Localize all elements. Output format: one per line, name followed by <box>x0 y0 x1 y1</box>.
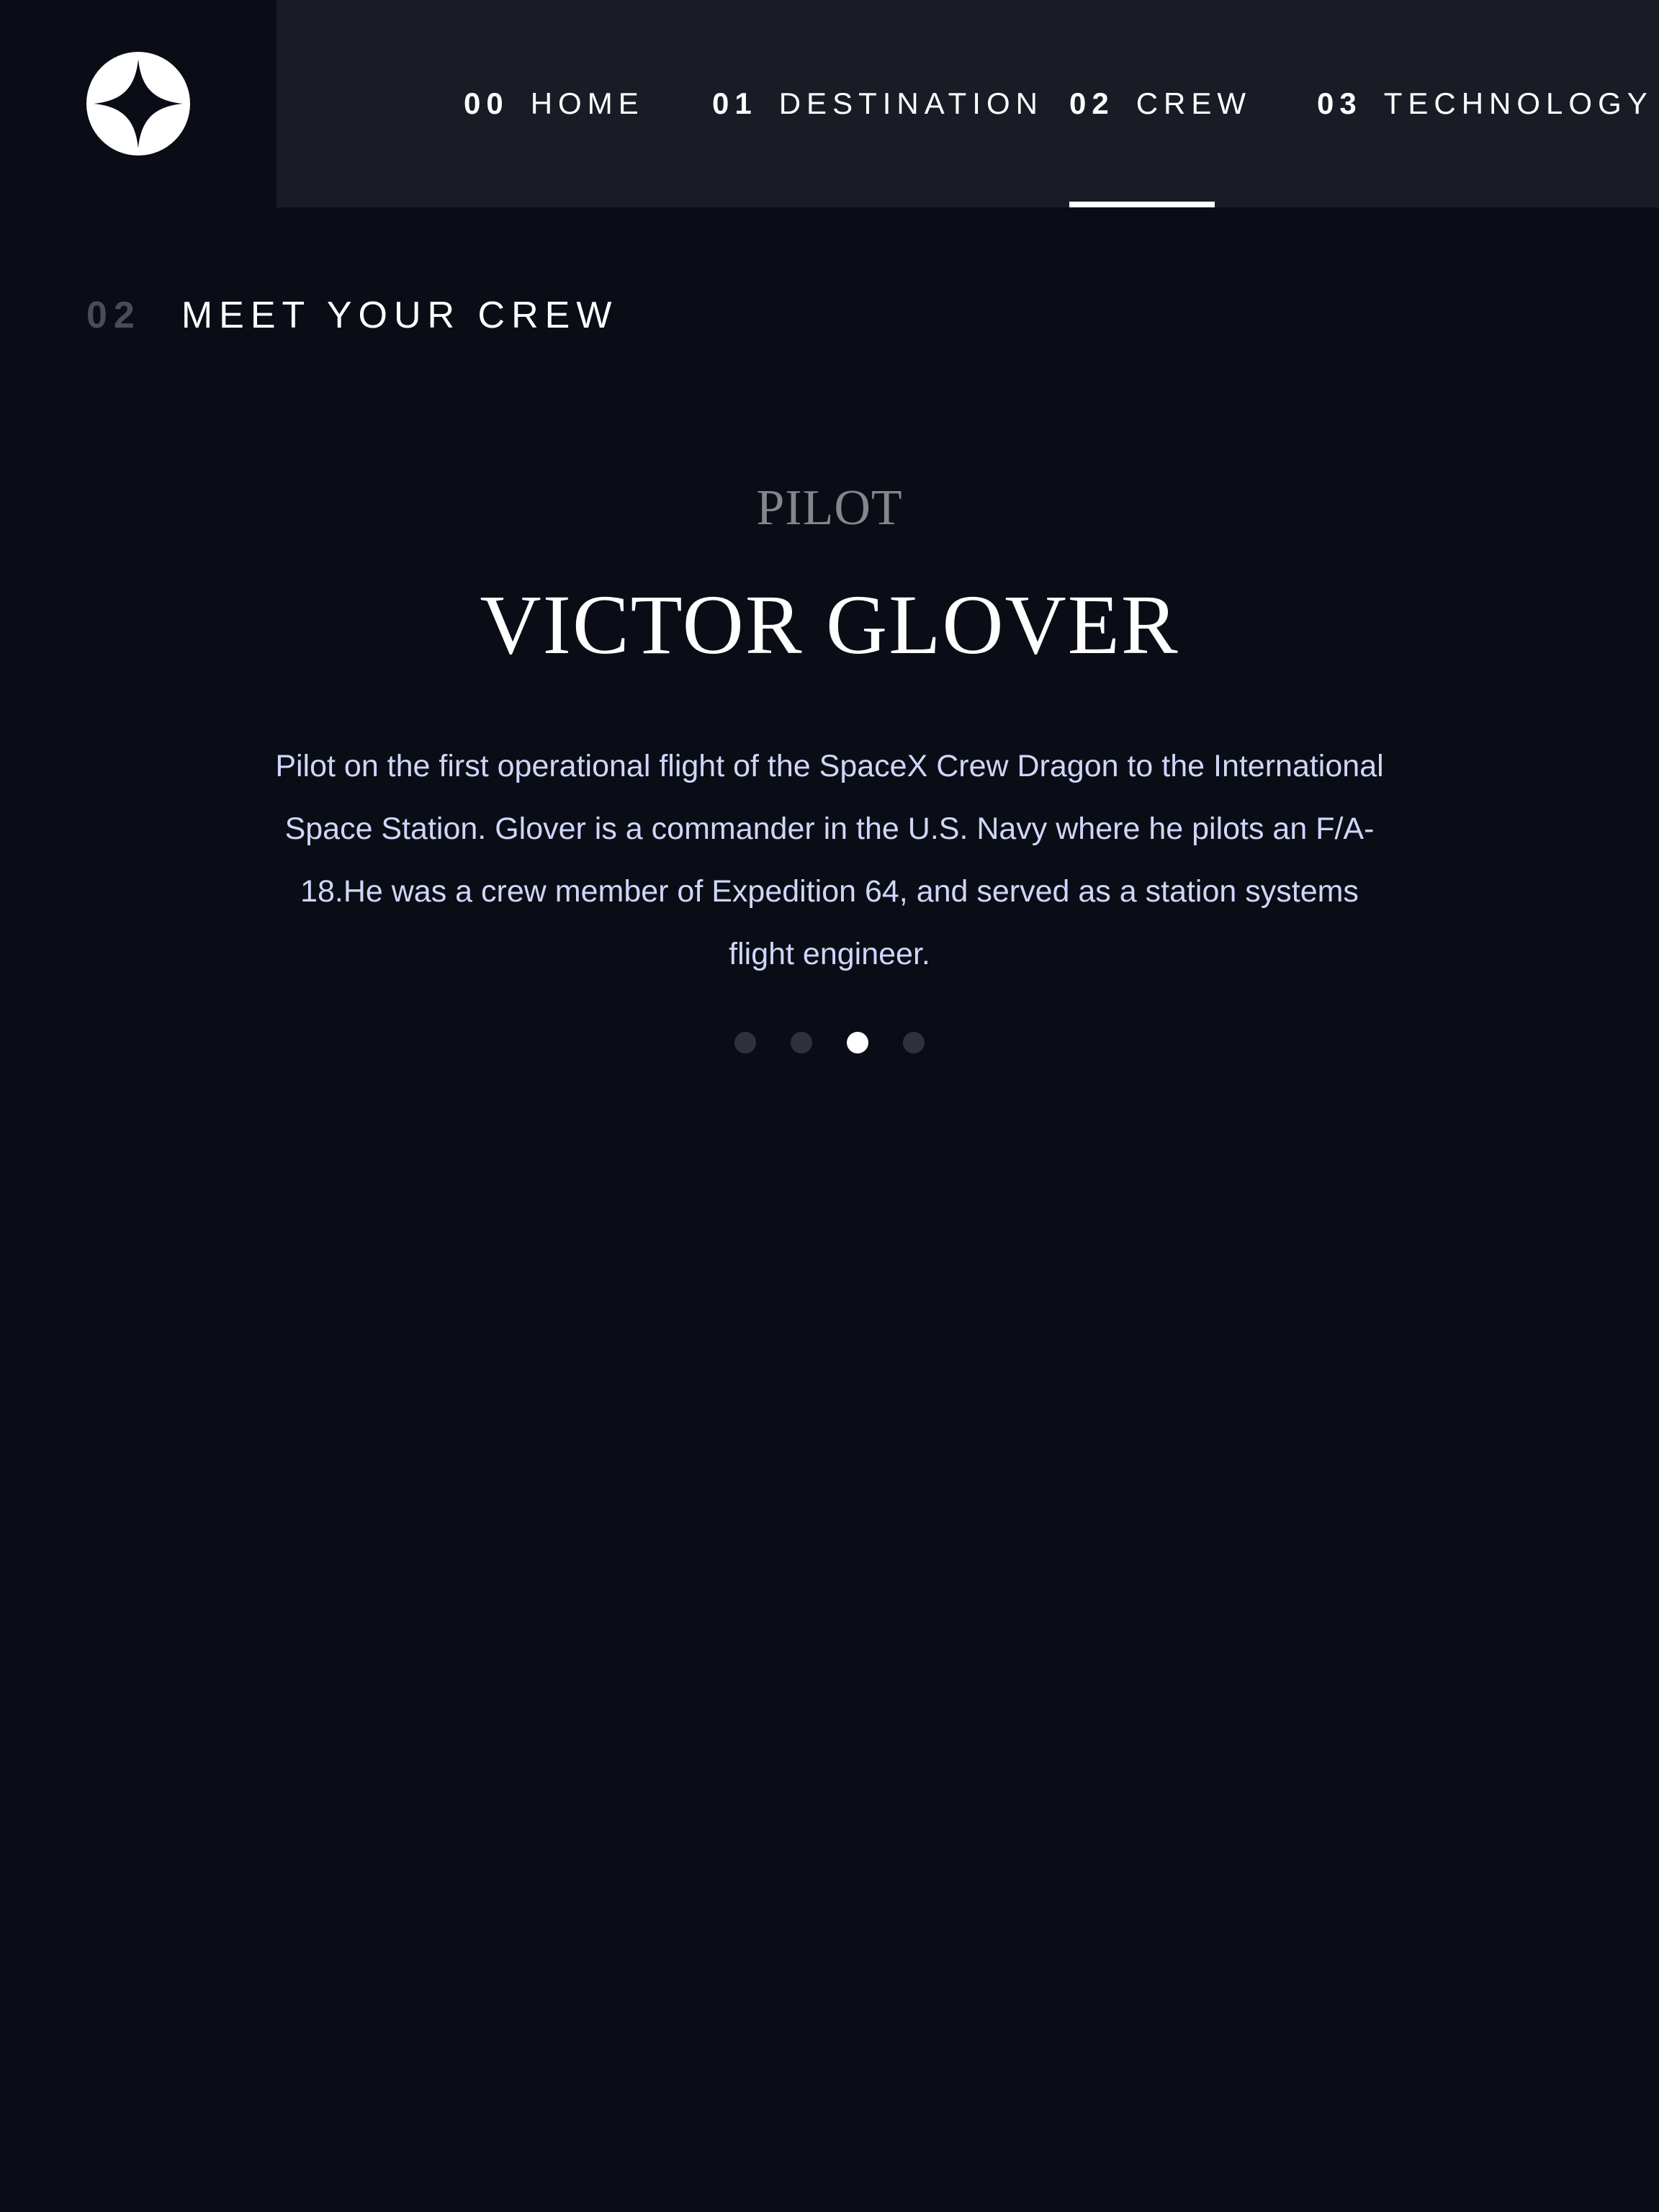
carousel-dot[interactable] <box>847 1032 868 1053</box>
main-navigation: 00 HOME 01 DESTINATION 02 CREW 03 TECHNO… <box>276 0 1659 207</box>
page-title: 02 MEET YOUR CREW <box>86 294 618 337</box>
nav-item-technology[interactable]: 03 TECHNOLOGY <box>1317 0 1653 207</box>
site-header: 00 HOME 01 DESTINATION 02 CREW 03 TECHNO… <box>0 0 1659 207</box>
nav-item-number: 00 <box>464 86 509 120</box>
nav-item-number: 03 <box>1317 86 1362 120</box>
nav-item-destination[interactable]: 01 DESTINATION <box>712 0 1043 207</box>
crew-carousel-dots <box>0 1032 1659 1053</box>
nav-item-number: 01 <box>712 86 757 120</box>
star-logo-graphic <box>94 59 183 148</box>
nav-item-crew[interactable]: 02 CREW <box>1069 0 1246 207</box>
nav-item-label: CREW <box>1136 86 1252 120</box>
logo-area <box>0 0 276 207</box>
nav-item-label: HOME <box>530 86 644 120</box>
carousel-dot[interactable] <box>791 1032 812 1053</box>
page-title-number: 02 <box>86 295 141 336</box>
nav-item-number: 02 <box>1069 86 1115 120</box>
carousel-dot[interactable] <box>734 1032 756 1053</box>
star-logo-icon[interactable] <box>86 52 190 156</box>
crew-role: PILOT <box>756 480 903 536</box>
nav-item-home[interactable]: 00 HOME <box>464 0 644 207</box>
crew-name: VICTOR GLOVER <box>480 577 1179 672</box>
crew-bio: Pilot on the first operational flight of… <box>275 749 1384 971</box>
page-title-label: MEET YOUR CREW <box>181 295 619 336</box>
nav-item-label: DESTINATION <box>778 86 1043 120</box>
carousel-dot[interactable] <box>903 1032 925 1053</box>
nav-item-label: TECHNOLOGY <box>1383 86 1653 120</box>
